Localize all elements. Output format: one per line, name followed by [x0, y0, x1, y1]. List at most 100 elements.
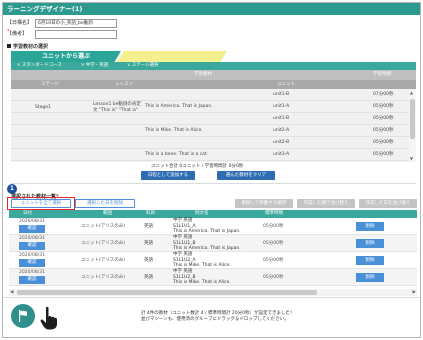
item-date: 2020/08/31 [19, 236, 45, 241]
unit-code: unit1-A [273, 104, 290, 109]
unit-example: This is a bone. That is a cat. [145, 152, 209, 157]
selection-totals: ユニット合計 0ユニット / 学習時間計 0分0秒 [151, 164, 244, 169]
unit-example: This is America. That is Japan. [145, 104, 213, 109]
flag-icon [19, 310, 27, 322]
delete-button[interactable]: 削除 [356, 239, 384, 248]
example-text: This is America. That is Japan. [173, 246, 241, 251]
confirm-button[interactable]: 確認 [19, 242, 45, 250]
item-time: 05分00秒 [263, 224, 284, 229]
left-arrow-icon[interactable]: ◀ [10, 289, 13, 296]
delete-selected-button[interactable]: 選択した日を削除 [75, 199, 135, 208]
upper-table-body: Stage1 Lesson1 be動詞の肯定文 "This is" "That … [11, 89, 409, 162]
col-unit: ユニット [277, 82, 295, 87]
example-text: This is America. That is Japan. [173, 229, 241, 234]
list-header: 日付 範囲 科目 例文名 標準時間 [9, 210, 417, 218]
title-field-row: 【日構名】* 6月10日の小_英語_be動詞 [7, 19, 117, 35]
pointer-hand-icon [40, 306, 57, 330]
section-bullet-icon [7, 44, 11, 48]
unit-code: unit3-A [273, 152, 290, 157]
app-window: ラーニングデザイナー(1) 【日構名】* 6月10日の小_英語_be動詞 【備考… [2, 2, 421, 338]
clear-selection-button[interactable]: 選んだ教材をクリア [217, 171, 275, 180]
example-course: 中学 英語 [173, 235, 193, 240]
delete-button[interactable]: 削除 [356, 222, 384, 231]
upper-vertical-scrollbar[interactable]: ▲ ▼ [409, 89, 416, 162]
upper-table-header-group: 学習教材 学習時間 [11, 70, 416, 80]
tab-select-by-unit[interactable]: ユニットから選ぶ [11, 51, 121, 62]
unit-example: This is Mike. That is Alice. [145, 128, 203, 133]
item-range: ユニット(アリスのみ) [81, 258, 126, 263]
unit-code: unit2-B [273, 140, 290, 145]
item-time: 05分00秒 [263, 241, 284, 246]
confirm-button[interactable]: 確認 [19, 276, 45, 284]
scroll-thumb[interactable] [410, 99, 415, 139]
stage-filter[interactable]: ∨ ステージ選択 [127, 62, 159, 70]
item-time: 05分00秒 [263, 258, 284, 263]
level-filter[interactable]: ∨ 中学・英語 [81, 62, 108, 70]
right-arrow-icon[interactable]: ▶ [413, 289, 416, 296]
header-materials: 学習教材 [194, 72, 212, 77]
item-example: 中学 英語 S1L1U1_A This is America. That is Ja… [173, 218, 241, 235]
example-text: This is Mike. That is Alice. [173, 280, 231, 285]
down-arrow-icon[interactable]: ▼ [410, 156, 413, 161]
confirm-button[interactable]: 確認 [19, 225, 45, 233]
unit-row[interactable]: unit1-B 07分00秒 [11, 89, 409, 101]
memo-field-row: 【備考】 [7, 30, 117, 39]
scroll-thumb[interactable] [17, 290, 317, 295]
item-subject: 英語 [144, 275, 153, 280]
item-time: 05分00秒 [263, 275, 284, 280]
unit-row[interactable]: This is America. That is Japan. unit1-A … [11, 101, 409, 113]
example-course: 中学 英語 [173, 218, 193, 223]
example-text: This is Mike. That is Alice. [173, 263, 231, 268]
add-to-schedule-button[interactable]: 日程として追加する [141, 171, 195, 180]
item-subject: 英語 [144, 241, 153, 246]
header-study-time: 学習時間 [373, 72, 391, 77]
col-range: 範囲 [103, 211, 112, 216]
item-example: 中学 英語 S1L1U2_A This is Mike. That is Alice… [173, 252, 231, 269]
tab-row: ユニットから選ぶ [11, 51, 416, 62]
unit-time: 05分00秒 [373, 116, 394, 121]
sort-by-day-button[interactable]: 作成した日を並び替え [359, 199, 417, 208]
col-stage: ステージ [41, 82, 59, 87]
footer-message: 計 4件の教材（ユニット数計 4 / 標準時間計 20分0秒）が設定できました！… [141, 311, 341, 323]
delete-and-move-button[interactable]: 削除して移動する順序 [235, 199, 293, 208]
list-horizontal-scrollbar[interactable]: ◀ ▶ [9, 289, 417, 296]
item-date: 2020/08/31 [19, 270, 45, 275]
section-title-text: 学習教材の選択 [13, 44, 49, 50]
unit-row[interactable]: unit1-B 05分00秒 [11, 113, 409, 125]
unit-time: 05分00秒 [373, 104, 394, 109]
unit-time: 05分00秒 [373, 140, 394, 145]
col-example: 例文名 [195, 211, 209, 216]
unit-row[interactable]: This is a bone. That is a cat. unit3-A 0… [11, 149, 409, 161]
example-code: S1L1U1_B [173, 240, 196, 246]
window-title: ラーニングデザイナー(1) [3, 3, 420, 15]
unit-row[interactable]: This is Mike. That is Alice. unit2-A 05分… [11, 125, 409, 137]
item-range: ユニット(アリスのみ) [81, 275, 126, 280]
memo-input[interactable] [35, 30, 117, 39]
example-course: 中学 英語 [173, 269, 193, 274]
delete-button[interactable]: 削除 [356, 273, 384, 282]
title-input[interactable]: 6月10日の小_英語_be動詞 [35, 19, 117, 28]
list-item: 2020/08/31 確認 ユニット(アリスのみ) 英語 中学 英語 S1L1U1… [9, 235, 417, 252]
footer-line-2: 並びマシーンも、使用済のグループにドラッグ＆ドロップしてください。 [141, 317, 289, 322]
col-subject: 科目 [146, 211, 155, 216]
delete-button[interactable]: 削除 [356, 256, 384, 265]
confirm-button[interactable]: 確認 [19, 259, 45, 267]
course-filter[interactable]: ∨ スタンダードコース [17, 62, 62, 70]
tab-secondary[interactable] [117, 51, 227, 62]
list-item: 2020/08/31 確認 ユニット(アリスのみ) 英語 中学 英語 S1L1U2… [9, 252, 417, 269]
col-date: 日付 [23, 211, 32, 216]
footer-line-1: 計 4件の教材（ユニット数計 4 / 標準時間計 20分0秒）が設定できました！ [141, 311, 295, 316]
item-date: 2020/08/31 [19, 219, 45, 224]
section-title: 学習教材の選択 [7, 43, 48, 50]
unit-time: 07分00秒 [373, 92, 394, 97]
filter-bar: ∨ スタンダードコース ∨ 中学・英語 ∨ ステージ選択 [11, 62, 416, 70]
unit-time: 05分00秒 [373, 128, 394, 133]
up-arrow-icon[interactable]: ▲ [410, 90, 413, 95]
example-code: S1L1U2_B [173, 274, 196, 280]
example-code: S1L1U1_A [173, 223, 196, 229]
sort-by-created-button[interactable]: 作成した順で並び替え [297, 199, 355, 208]
list-item: 2020/08/31 確認 ユニット(アリスのみ) 英語 中学 英語 S1L1U1… [9, 218, 417, 235]
footer-panel: 計 4件の教材（ユニット数計 4 / 標準時間計 20分0秒）が設定できました！… [3, 297, 420, 337]
unit-row[interactable]: unit2-B 05分00秒 [11, 137, 409, 149]
unit-code: unit1-B [273, 116, 290, 121]
